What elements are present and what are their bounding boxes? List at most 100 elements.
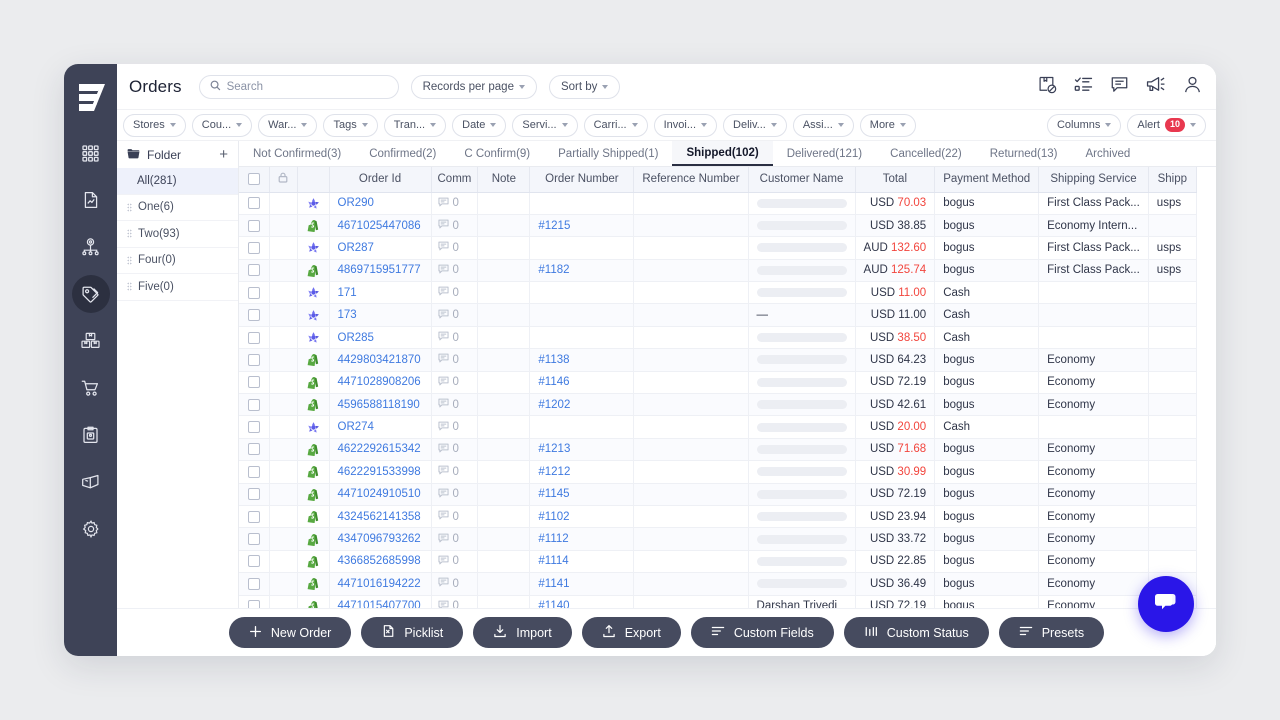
cell-order-id[interactable]: 4324562141358 (329, 505, 431, 527)
column-header-lock[interactable] (269, 167, 297, 192)
custom-status-button[interactable]: Custom Status (844, 617, 989, 648)
cell-order-id[interactable]: 4671025447086 (329, 214, 431, 236)
cell-order-number[interactable]: #1138 (530, 349, 634, 371)
order-id-link[interactable]: 4347096793262 (338, 533, 421, 545)
row-checkbox[interactable] (248, 555, 260, 567)
table-row[interactable]: 45965881181900#1202USD 42.61bogusEconomy (239, 394, 1196, 416)
tab-returned[interactable]: Returned(13) (976, 141, 1072, 166)
chat-message-icon[interactable] (1110, 75, 1129, 99)
row-checkbox[interactable] (248, 533, 260, 545)
row-checkbox-cell[interactable] (239, 349, 269, 371)
column-header-store[interactable] (297, 167, 329, 192)
table-row[interactable]: 1710USD 11.00Cash (239, 282, 1196, 304)
custom-fields-button[interactable]: Custom Fields (691, 617, 834, 648)
sidebar-item-clipboard[interactable] (72, 416, 110, 454)
order-id-link[interactable]: 4366852685998 (338, 555, 421, 567)
row-checkbox-cell[interactable] (239, 192, 269, 214)
row-checkbox[interactable] (248, 488, 260, 500)
tab-shipped[interactable]: Shipped(102) (672, 141, 772, 166)
cell-order-id[interactable]: OR285 (329, 326, 431, 348)
sidebar-item-inventory[interactable] (72, 322, 110, 360)
column-header-customer-name[interactable]: Customer Name (748, 167, 855, 192)
row-checkbox[interactable] (248, 578, 260, 590)
order-id-link[interactable]: 4429803421870 (338, 354, 421, 366)
row-checkbox-cell[interactable] (239, 528, 269, 550)
new-order-button[interactable]: New Order (229, 617, 351, 648)
row-checkbox-cell[interactable] (239, 416, 269, 438)
row-checkbox-cell[interactable] (239, 461, 269, 483)
add-folder-button[interactable]: + (219, 147, 228, 162)
sidebar-item-dashboard-grid[interactable] (72, 134, 110, 172)
sidebar-item-orders[interactable] (72, 275, 110, 313)
filter-pill-cou[interactable]: Cou... (192, 114, 252, 137)
cell-order-number[interactable]: #1114 (530, 550, 634, 572)
row-checkbox-cell[interactable] (239, 282, 269, 304)
order-id-link[interactable]: 173 (338, 309, 357, 321)
tab-notconfirmed[interactable]: Not Confirmed(3) (239, 141, 355, 166)
alert-dropdown[interactable]: Alert 10 (1127, 114, 1206, 137)
cell-order-id[interactable]: OR287 (329, 237, 431, 259)
order-number-link[interactable]: #1145 (538, 488, 569, 500)
cell-order-id[interactable]: OR274 (329, 416, 431, 438)
order-number-link[interactable]: #1202 (538, 399, 570, 411)
table-row[interactable]: 46710254470860#1215USD 38.85bogusEconomy… (239, 214, 1196, 236)
filter-pill-tags[interactable]: Tags (323, 114, 377, 137)
package-blocked-icon[interactable] (1038, 75, 1057, 99)
search-box[interactable] (199, 75, 399, 99)
tab-cancelled[interactable]: Cancelled(22) (876, 141, 976, 166)
cell-order-id[interactable]: 173 (329, 304, 431, 326)
drag-handle-icon[interactable] (127, 256, 132, 265)
order-number-link[interactable]: #1215 (538, 220, 570, 232)
order-number-link[interactable]: #1212 (538, 466, 570, 478)
checklist-icon[interactable] (1074, 75, 1093, 99)
table-row[interactable]: 43245621413580#1102USD 23.94bogusEconomy (239, 505, 1196, 527)
app-logo[interactable] (74, 78, 108, 116)
order-id-link[interactable]: 4471016194222 (338, 578, 421, 590)
cell-order-id[interactable]: 4471028908206 (329, 371, 431, 393)
cell-order-number[interactable]: #1145 (530, 483, 634, 505)
tab-delivered[interactable]: Delivered(121) (773, 141, 876, 166)
filter-pill-tran[interactable]: Tran... (384, 114, 446, 137)
filter-pill-deliv[interactable]: Deliv... (723, 114, 787, 137)
tab-archived[interactable]: Archived (1072, 141, 1145, 166)
order-id-link[interactable]: 4324562141358 (338, 511, 421, 523)
cell-order-id[interactable]: 4622291533998 (329, 461, 431, 483)
user-avatar-icon[interactable] (1183, 75, 1202, 99)
cell-order-number[interactable]: #1215 (530, 214, 634, 236)
row-checkbox[interactable] (248, 197, 260, 209)
sidebar-item-returns[interactable] (72, 463, 110, 501)
order-number-link[interactable]: #1213 (538, 443, 570, 455)
row-checkbox[interactable] (248, 376, 260, 388)
table-row[interactable]: OR2900USD 70.03bogusFirst Class Pack...u… (239, 192, 1196, 214)
table-row[interactable]: 43470967932620#1112USD 33.72bogusEconomy (239, 528, 1196, 550)
table-row[interactable]: 46222915339980#1212USD 30.99bogusEconomy (239, 461, 1196, 483)
table-row[interactable]: OR2740USD 20.00Cash (239, 416, 1196, 438)
column-header-shipp[interactable]: Shipp (1148, 167, 1196, 192)
columns-dropdown[interactable]: Columns (1047, 114, 1121, 137)
order-id-link[interactable]: 4471028908206 (338, 376, 421, 388)
select-all-checkbox[interactable] (248, 173, 260, 185)
chat-widget-button[interactable] (1138, 576, 1194, 632)
order-id-link[interactable]: 4471024910510 (338, 488, 421, 500)
column-header-check[interactable] (239, 167, 269, 192)
cell-order-number[interactable]: #1112 (530, 528, 634, 550)
row-checkbox[interactable] (248, 511, 260, 523)
order-number-link[interactable]: #1114 (538, 555, 568, 567)
drag-handle-icon[interactable] (127, 203, 132, 212)
filter-pill-stores[interactable]: Stores (123, 114, 186, 137)
cell-order-number[interactable]: #1202 (530, 394, 634, 416)
row-checkbox[interactable] (248, 443, 260, 455)
cell-order-id[interactable]: 4471024910510 (329, 483, 431, 505)
table-row[interactable]: 46222926153420#1213USD 71.68bogusEconomy (239, 438, 1196, 460)
order-number-link[interactable]: #1138 (538, 354, 569, 366)
filter-pill-assi[interactable]: Assi... (793, 114, 854, 137)
column-header-payment-method[interactable]: Payment Method (935, 167, 1039, 192)
row-checkbox-cell[interactable] (239, 214, 269, 236)
cell-order-number[interactable]: #1213 (530, 438, 634, 460)
cell-order-id[interactable]: 4347096793262 (329, 528, 431, 550)
folder-item[interactable]: Four(0) (117, 248, 238, 275)
import-button[interactable]: Import (473, 617, 571, 648)
order-id-link[interactable]: OR274 (338, 421, 374, 433)
cell-order-number[interactable]: #1146 (530, 371, 634, 393)
sort-by-dropdown[interactable]: Sort by (549, 75, 620, 99)
